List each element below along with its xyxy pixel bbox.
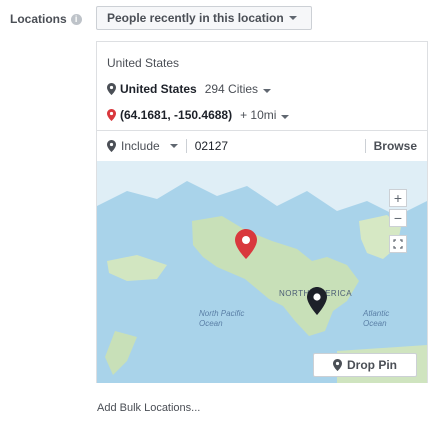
chevron-down-icon xyxy=(288,16,297,20)
browse-label: Browse xyxy=(373,139,417,153)
zoom-out-button[interactable]: − xyxy=(389,209,407,227)
locations-label: Locations i xyxy=(10,12,82,26)
radius-select-text: + 10mi xyxy=(240,108,277,122)
location-map[interactable]: NORTH AMERICA North Pacific Ocean Atlant… xyxy=(97,161,427,383)
selected-point-row[interactable]: (64.1681, -150.4688) + 10mi xyxy=(107,108,290,122)
audience-type-select-label: People recently in this location xyxy=(107,11,284,25)
drop-pin-button[interactable]: Drop Pin xyxy=(313,353,417,377)
cities-count[interactable]: 294 Cities xyxy=(204,82,272,96)
location-pin-icon xyxy=(107,83,116,95)
audience-type-select[interactable]: People recently in this location xyxy=(96,6,312,30)
location-search-input[interactable] xyxy=(194,139,345,153)
add-bulk-locations-link[interactable]: Add Bulk Locations... xyxy=(97,402,200,414)
browse-button[interactable]: Browse xyxy=(364,139,417,153)
chevron-down-icon xyxy=(281,115,290,119)
cities-count-text: 294 Cities xyxy=(204,82,259,96)
map-background xyxy=(97,161,427,383)
map-label-north-pacific: North Pacific Ocean xyxy=(199,309,245,328)
selected-country-name: United States xyxy=(120,82,197,96)
fullscreen-icon xyxy=(393,239,403,249)
browse-separator xyxy=(364,139,366,153)
map-pin-boston[interactable] xyxy=(307,287,327,315)
location-pin-icon xyxy=(107,109,116,121)
include-exclude-select[interactable]: Include xyxy=(107,139,178,153)
selected-country-row[interactable]: United States 294 Cities xyxy=(107,82,272,96)
info-icon[interactable]: i xyxy=(70,13,82,25)
country-header: United States xyxy=(107,56,180,70)
fullscreen-button[interactable] xyxy=(389,235,407,253)
locations-panel: United States United States 294 Cities (… xyxy=(96,41,428,383)
radius-select[interactable]: + 10mi xyxy=(240,108,290,122)
drop-pin-label: Drop Pin xyxy=(347,358,397,372)
map-pin-alaska[interactable] xyxy=(235,229,257,259)
map-label-atlantic: Atlantic Ocean xyxy=(363,309,390,328)
location-pin-icon xyxy=(107,140,116,152)
chevron-down-icon xyxy=(169,144,178,148)
chevron-down-icon xyxy=(263,89,272,93)
location-pin-icon xyxy=(333,359,342,371)
selected-point-coords: (64.1681, -150.4688) xyxy=(120,108,233,122)
locations-label-text: Locations xyxy=(10,12,67,26)
include-label: Include xyxy=(121,139,160,153)
search-bar: Include Browse xyxy=(97,131,427,161)
zoom-in-button[interactable]: + xyxy=(389,189,407,207)
search-separator xyxy=(185,139,187,153)
